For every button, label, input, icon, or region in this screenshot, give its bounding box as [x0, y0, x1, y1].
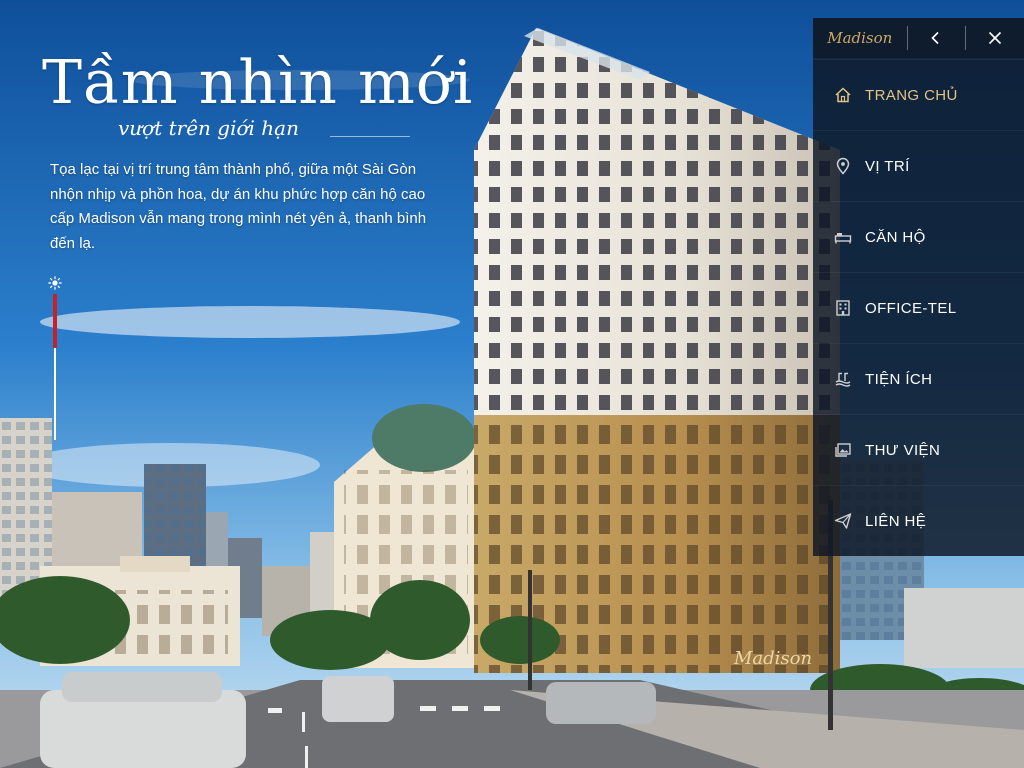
menu-item-amenities[interactable]: TIỆN ÍCH — [813, 343, 1024, 414]
menu-item-label: OFFICE-TEL — [865, 299, 957, 317]
chevron-left-icon — [931, 31, 939, 45]
brand-logo[interactable]: Madison — [813, 29, 907, 47]
menu-item-contact[interactable]: LIÊN HỆ — [813, 485, 1024, 556]
menu-item-label: TRANG CHỦ — [865, 86, 958, 104]
sun-icon — [48, 276, 62, 290]
side-menu: Madison TRANG CHỦ VỊ TRÍ CĂN HỘ OFFICE-T… — [813, 18, 1024, 556]
hero-subtitle: vượt trên giới hạn — [118, 116, 299, 140]
bed-icon — [834, 228, 852, 246]
menu-item-home[interactable]: TRANG CHỦ — [813, 59, 1024, 130]
menu-header: Madison — [813, 18, 1024, 59]
menu-item-office-tel[interactable]: OFFICE-TEL — [813, 272, 1024, 343]
menu-item-gallery[interactable]: THƯ VIỆN — [813, 414, 1024, 485]
send-icon — [834, 512, 852, 530]
menu-item-label: TIỆN ÍCH — [865, 370, 933, 388]
subtitle-divider — [330, 136, 410, 137]
gallery-icon — [834, 441, 852, 459]
home-icon — [834, 86, 852, 104]
menu-item-label: LIÊN HỆ — [865, 512, 927, 530]
building-sign-text: Madison — [733, 648, 812, 669]
back-button[interactable] — [908, 18, 966, 58]
hero-description: Tọa lạc tại vị trí trung tâm thành phố, … — [50, 161, 427, 252]
menu-item-label: VỊ TRÍ — [865, 157, 910, 175]
menu-item-apartment[interactable]: CĂN HỘ — [813, 201, 1024, 272]
menu-item-location[interactable]: VỊ TRÍ — [813, 130, 1024, 201]
slider-fill[interactable] — [53, 294, 57, 348]
location-pin-icon — [834, 157, 852, 175]
office-building-icon — [834, 299, 852, 317]
hero-title: Tầm nhìn mới — [42, 48, 474, 118]
menu-item-label: THƯ VIỆN — [865, 441, 941, 459]
menu-item-label: CĂN HỘ — [865, 228, 926, 246]
close-icon — [989, 31, 1002, 45]
amenities-icon — [834, 370, 852, 388]
close-button[interactable] — [966, 18, 1024, 58]
